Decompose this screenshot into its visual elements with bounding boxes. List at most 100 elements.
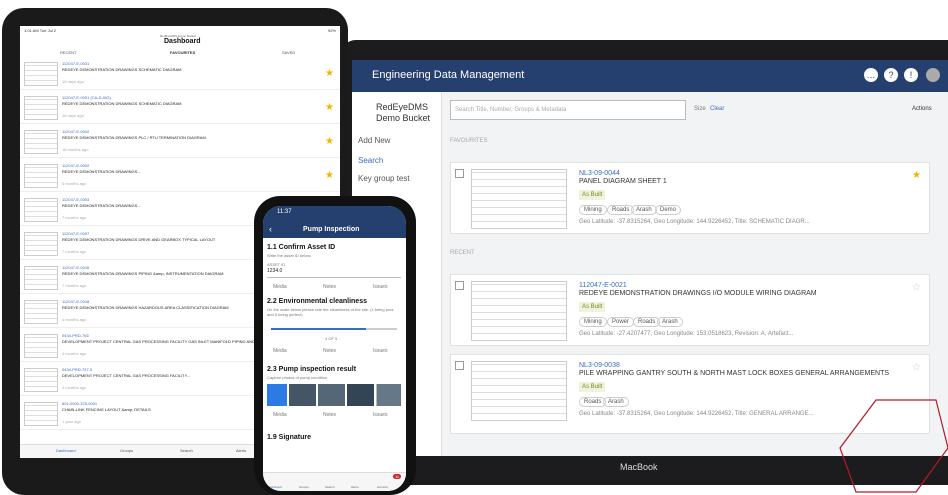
section-title: 1.9 Signature (267, 434, 311, 441)
chat-icon[interactable]: … (864, 68, 878, 82)
select-checkbox[interactable] (455, 169, 464, 178)
star-icon[interactable]: ★ (912, 170, 921, 181)
star-icon[interactable]: ★ (325, 170, 334, 181)
doc-time: 5 months ago (62, 181, 87, 186)
size-label[interactable]: Size (694, 106, 706, 112)
media-button[interactable]: Media (273, 412, 287, 418)
phone-screen: 11:37 ‹ Pump Inspection 1.1 Confirm Asse… (263, 206, 406, 491)
star-icon[interactable]: ★ (325, 68, 334, 79)
nav-groups[interactable]: Groups (120, 448, 133, 453)
page-title: Dashboard (164, 38, 201, 45)
tag[interactable]: Arash (631, 205, 657, 215)
star-icon[interactable]: ★ (325, 136, 334, 147)
tag[interactable]: Arash (657, 317, 683, 327)
sidebar-group[interactable]: Key group test (358, 174, 410, 183)
nav-search[interactable]: Search (180, 448, 193, 453)
asset-label: ASSET ID (267, 262, 286, 267)
drawing-thumbnail[interactable] (471, 281, 567, 341)
sidebar-search[interactable]: Search (358, 156, 383, 165)
tag[interactable]: Mining (579, 317, 607, 327)
nav-dashboard[interactable]: Dashboard (56, 448, 76, 453)
select-checkbox[interactable] (455, 281, 464, 290)
avatar[interactable] (926, 68, 940, 82)
tab-saved[interactable]: SAVED (282, 50, 295, 55)
doc-time: 7 months ago (62, 249, 87, 254)
actions-button[interactable]: Actions (912, 106, 932, 112)
nav-search[interactable]: Search (325, 485, 335, 489)
back-icon[interactable]: ‹ (269, 224, 272, 234)
doc-code[interactable]: NL3-09-0038 (579, 362, 620, 369)
doc-code: 112047-E-0007 (62, 231, 90, 236)
status-battery: 92% (327, 28, 336, 33)
drawing-thumbnail[interactable] (24, 368, 58, 392)
tag[interactable]: Mining (579, 205, 607, 215)
nav-dashboard[interactable]: Dashboard (267, 485, 282, 489)
doc-name: REDEYE DEMONSTRATION DRAWINGS SCHEMATIC … (62, 101, 182, 106)
drawing-thumbnail[interactable] (471, 169, 567, 229)
drawing-thumbnail[interactable] (24, 130, 58, 154)
sidebar-add-new[interactable]: Add New (358, 136, 390, 145)
drawing-thumbnail[interactable] (24, 198, 58, 222)
doc-time: 18 months ago (62, 147, 89, 152)
section-title: 2.2 Environmental cleanliness (267, 298, 367, 305)
doc-code: 112047-E-0002 (62, 163, 90, 168)
tag[interactable]: Arash (603, 397, 629, 407)
document-card[interactable]: 112047-E-0021 REDEYE DEMONSTRATION DRAWI… (450, 274, 930, 346)
document-card[interactable]: NL3-09-0044 PANEL DIAGRAM SHEET 1 As Bui… (450, 162, 930, 234)
drawing-thumbnail[interactable] (24, 164, 58, 188)
nav-groups[interactable]: Groups (299, 485, 309, 489)
drawing-thumbnail[interactable] (471, 361, 567, 421)
tag[interactable]: Power (607, 317, 635, 327)
doc-code: 0434-PRD-765 (62, 333, 89, 338)
doc-code[interactable]: NL3-09-0044 (579, 170, 620, 177)
drawing-thumbnail[interactable] (24, 300, 58, 324)
add-photo-icon[interactable] (267, 384, 287, 406)
drawing-thumbnail[interactable] (24, 266, 58, 290)
clear-button[interactable]: Clear (710, 106, 724, 112)
help-icon[interactable]: ? (884, 68, 898, 82)
section-title: 2.3 Pump inspection result (267, 366, 357, 373)
asset-input[interactable]: 1234.0 (267, 268, 401, 278)
doc-code: 112047-E-0003 (62, 197, 90, 202)
doc-time: 1 year ago (62, 419, 81, 424)
tag[interactable]: Demo (655, 205, 682, 215)
phone-time: 11:37 (277, 209, 292, 215)
select-checkbox[interactable] (455, 361, 464, 370)
tab-recent[interactable]: RECENT (60, 50, 76, 55)
notes-button[interactable]: Notes (323, 412, 336, 418)
nav-alerts[interactable]: Alerts (351, 485, 359, 489)
doc-title: REDEYE DEMONSTRATION DRAWINGS I/O MODULE… (579, 290, 817, 297)
doc-code: 112047-E-0016 (62, 265, 90, 270)
notes-button[interactable]: Notes (323, 348, 336, 354)
doc-code[interactable]: 112047-E-0021 (579, 282, 627, 289)
issues-button[interactable]: Issues (373, 412, 387, 418)
drawing-thumbnail[interactable] (24, 402, 58, 426)
nav-account[interactable]: Account (377, 485, 388, 489)
list-item[interactable]: 112047-E-0002 REDEYE DEMONSTRATION DRAWIN… (20, 160, 340, 192)
issues-button[interactable]: Issues (373, 348, 387, 354)
star-icon[interactable]: ☆ (912, 282, 921, 293)
list-item[interactable]: 112047-E-0031 REDEYE DEMONSTRATION DRAWIN… (20, 58, 340, 90)
photo-strip[interactable] (289, 384, 401, 406)
drawing-thumbnail[interactable] (24, 232, 58, 256)
notes-button[interactable]: Notes (323, 284, 336, 290)
issues-button[interactable]: Issues (373, 284, 387, 290)
scale-slider[interactable] (271, 328, 397, 330)
nav-alerts[interactable]: Alerts (236, 448, 246, 453)
drawing-thumbnail[interactable] (24, 96, 58, 120)
doc-title: PANEL DIAGRAM SHEET 1 (579, 178, 667, 185)
bucket-name[interactable]: RedEyeDMS Demo Bucket (376, 102, 441, 124)
doc-code: 112047-E-0031 (62, 61, 90, 66)
drawing-thumbnail[interactable] (24, 334, 58, 358)
media-button[interactable]: Media (273, 284, 287, 290)
search-input[interactable]: Search Title, Number, Groups & Metadata (450, 100, 686, 120)
doc-time: 7 months ago (62, 215, 87, 220)
star-icon[interactable]: ★ (325, 102, 334, 113)
bell-icon[interactable]: ! (904, 68, 918, 82)
drawing-thumbnail[interactable] (24, 62, 58, 86)
media-button[interactable]: Media (273, 348, 287, 354)
list-item[interactable]: 112047-E-0001 (CA-D-002) REDEYE DEMONSTRA… (20, 92, 340, 124)
list-item[interactable]: 112047-E-0002 REDEYE DEMONSTRATION DRAWIN… (20, 126, 340, 158)
tab-favourites[interactable]: FAVOURITES (170, 50, 195, 55)
star-icon[interactable]: ☆ (912, 362, 921, 373)
